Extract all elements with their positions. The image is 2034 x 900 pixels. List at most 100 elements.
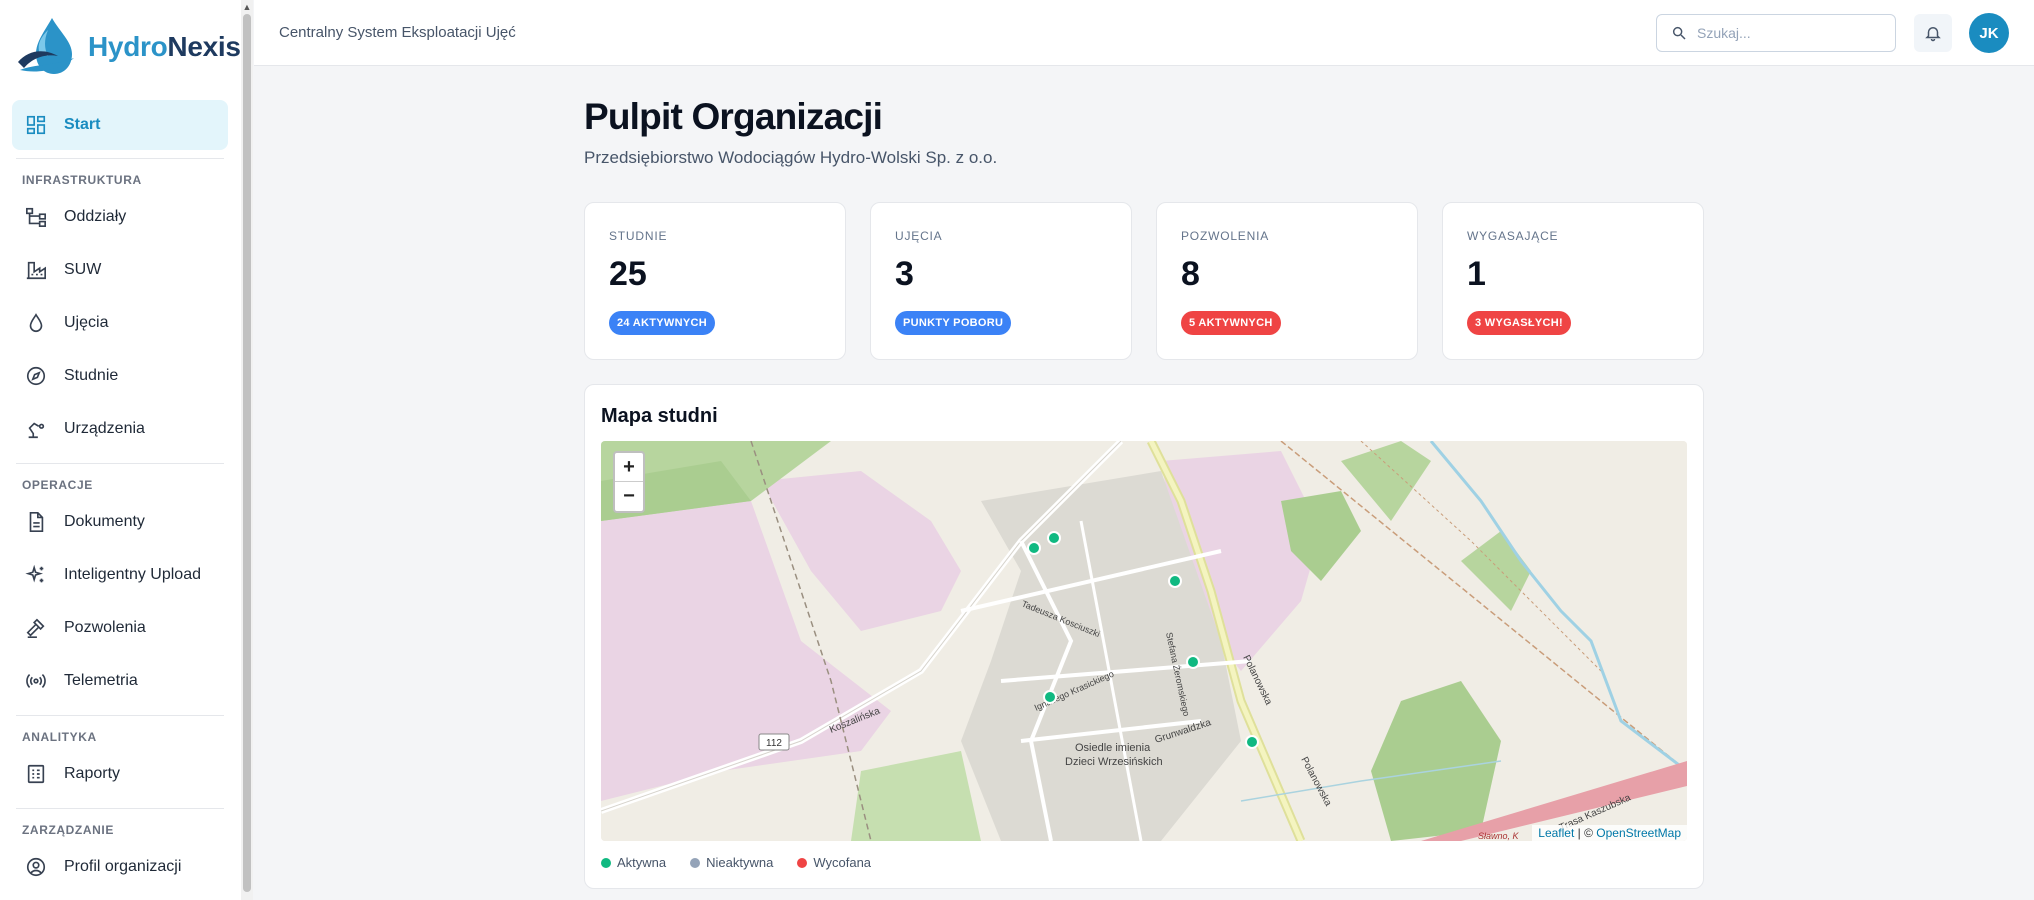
stat-label: STUDNIE [609,229,668,243]
sidebar-item-label: Inteligentny Upload [64,566,201,583]
sparkle-icon [24,563,48,587]
status-badge: 5 AKTYWNYCH [1181,311,1281,335]
scroll-up-arrow-icon[interactable]: ▲ [241,2,253,12]
brand-name: HydroNexis [88,31,241,63]
sidebar-item-urzadzenia[interactable]: Urządzenia [12,403,228,455]
sidebar-item-telemetria[interactable]: Telemetria [12,655,228,707]
page-title: Pulpit Organizacji [584,96,883,137]
zoom-in-button[interactable]: + [615,453,643,482]
logo[interactable]: HydroNexis [14,14,241,80]
stat-card-ujecia[interactable]: UJĘCIA 3 PUNKTY POBORU [870,202,1132,360]
topbar: Centralny System Eksploatacji Ujęć JK [254,0,2034,66]
well-marker [1186,655,1200,669]
legend-dot [690,857,701,868]
gavel-icon [24,616,48,640]
report-icon [24,762,48,786]
sidebar: HydroNexis Start INFRASTRUKTURA Oddziały… [0,0,242,900]
sidebar-item-label: Telemetria [64,672,138,689]
legend-label: Aktywna [617,855,667,870]
map-legend: Aktywna Nieaktywna Wycofana [601,855,895,870]
road-number-label: 112 [766,738,782,749]
well-marker [1168,574,1182,588]
well-marker [1027,541,1041,555]
section-label-zarzadzanie: ZARZĄDZANIE [22,823,114,837]
section-label-operacje: OPERACJE [22,478,93,492]
bell-icon [1925,27,1941,42]
area-label: Osiedle imienia [1075,742,1151,754]
area-label: Dzieci Wrzesińskich [1065,756,1163,768]
zoom-out-button[interactable]: − [615,482,643,511]
stat-value: 8 [1181,255,1200,293]
leaflet-link[interactable]: Leaflet [1538,826,1574,840]
stat-card-studnie[interactable]: STUDNIE 25 24 AKTYWNYCH [584,202,846,360]
map-tiles: 112 Koszalińska Polanowska Polanowska Os… [601,441,1687,841]
sidebar-item-profil[interactable]: Profil organizacji [12,841,228,893]
sidebar-item-studnie[interactable]: Studnie [12,350,228,402]
wells-map[interactable]: 112 Koszalińska Polanowska Polanowska Os… [601,441,1687,841]
stat-card-wygasajace[interactable]: WYGASAJĄCE 1 3 WYGASŁYCH! [1442,202,1704,360]
robot-arm-icon [24,417,48,441]
stat-label: UJĘCIA [895,229,943,243]
attribution-separator: | © [1574,826,1597,840]
org-tree-icon [24,205,48,229]
avatar[interactable]: JK [1969,13,2009,53]
sidebar-item-label: Start [64,116,101,133]
factory-icon [24,258,48,282]
sidebar-item-label: Studnie [64,367,119,384]
status-badge: PUNKTY POBORU [895,311,1012,335]
brand-name-part1: Hydro [88,31,168,62]
sidebar-item-upload[interactable]: Inteligentny Upload [12,549,228,601]
sidebar-item-pozwolenia[interactable]: Pozwolenia [12,602,228,654]
search-box[interactable] [1656,14,1896,52]
well-marker [1245,735,1259,749]
sidebar-item-label: Urządzenia [64,420,145,437]
stat-value: 1 [1467,255,1486,293]
system-title: Centralny System Eksploatacji Ujęć [279,24,516,41]
sidebar-item-dokumenty[interactable]: Dokumenty [12,496,228,548]
sidebar-item-label: Raporty [64,765,121,782]
sidebar-item-label: SUW [64,261,102,278]
sidebar-item-label: Pozwolenia [64,619,146,636]
well-marker [1047,531,1061,545]
osm-link[interactable]: OpenStreetMap [1596,826,1681,840]
notifications-button[interactable] [1914,14,1952,52]
stat-value: 3 [895,255,914,293]
legend-dot [797,857,808,868]
dashboard-icon [24,113,48,137]
brand-name-part2: Nexis [167,31,241,62]
broadcast-icon [24,669,48,693]
sidebar-item-label: Dokumenty [64,513,145,530]
sidebar-item-oddzialy[interactable]: Oddziały [12,191,228,243]
stat-label: POZWOLENIA [1181,229,1270,243]
sidebar-item-ujecia[interactable]: Ujęcia [12,297,228,349]
page-subtitle: Przedsiębiorstwo Wodociągów Hydro-Wolski… [584,148,998,167]
sidebar-item-start[interactable]: Start [12,100,228,150]
zoom-control: + − [613,451,645,513]
user-circle-icon [24,855,48,879]
stat-card-pozwolenia[interactable]: POZWOLENIA 8 5 AKTYWNYCH [1156,202,1418,360]
legend-dot [601,857,611,868]
sidebar-item-label: Profil organizacji [64,858,182,875]
well-marker [1043,690,1057,704]
sidebar-nav: Start INFRASTRUKTURA Oddziały SUW Ujęcia [12,100,228,894]
map-title: Mapa studni [601,405,718,427]
legend-label: Wycofana [813,855,872,870]
sidebar-item-label: Ujęcia [64,314,109,331]
stat-label: WYGASAJĄCE [1467,229,1559,243]
section-label-infrastruktura: INFRASTRUKTURA [22,173,142,187]
status-badge: 24 AKTYWNYCH [609,311,715,335]
search-icon [1672,26,1686,40]
sidebar-item-raporty[interactable]: Raporty [12,748,228,800]
section-label-analityka: ANALITYKA [22,730,97,744]
sidebar-scrollbar-thumb[interactable] [243,14,251,892]
legend-label: Nieaktywna [706,855,774,870]
search-input[interactable] [1697,25,1877,41]
legend-item-aktywna: Aktywna [601,855,666,870]
water-drop-logo-icon [18,18,74,74]
map-attribution: Leaflet | © OpenStreetMap [1532,825,1687,841]
legend-item-wycofana: Wycofana [797,855,871,870]
water-drop-icon [24,311,48,335]
compass-icon [24,364,48,388]
sidebar-item-suw[interactable]: SUW [12,244,228,296]
status-badge: 3 WYGASŁYCH! [1467,311,1571,335]
